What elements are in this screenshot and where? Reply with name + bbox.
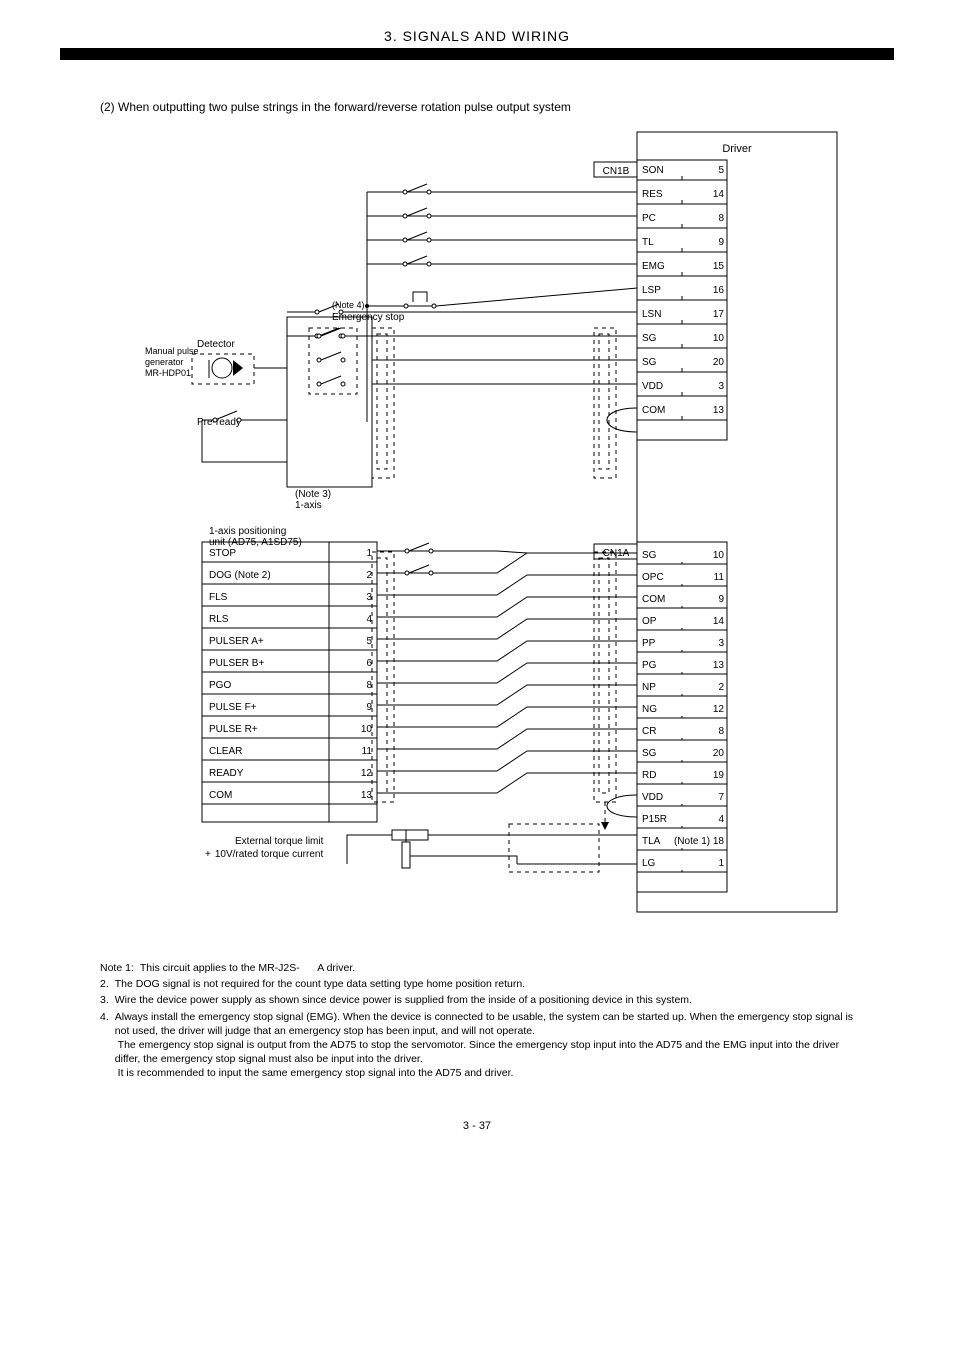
cn1b-name-COM: COM xyxy=(642,405,665,416)
svg-text:COM: COM xyxy=(642,594,665,605)
page-header-title: 3. SIGNALS AND WIRING xyxy=(0,28,954,44)
svg-text:9: 9 xyxy=(718,594,724,605)
svg-text:2: 2 xyxy=(718,682,724,693)
page-subtitle: (2) When outputting two pulse strings in… xyxy=(100,100,954,114)
svg-text:3: 3 xyxy=(718,638,724,649)
note1-text: This circuit applies to the MR-J2S- A dr… xyxy=(140,961,854,975)
cn1b-pin-8: 8 xyxy=(718,213,724,224)
svg-text:LG: LG xyxy=(642,858,656,869)
cn1b-pin-20: 20 xyxy=(713,357,725,368)
ext-torque-label: External torque limit xyxy=(235,836,324,847)
svg-text:12: 12 xyxy=(361,768,373,779)
note4-ref: (Note 4) xyxy=(332,300,365,310)
svg-text:VDD: VDD xyxy=(642,792,663,803)
cn1b-pin-17: 17 xyxy=(713,309,725,320)
svg-text:P15R: P15R xyxy=(642,814,667,825)
svg-text:FLS: FLS xyxy=(209,592,228,603)
note4-text: Always install the emergency stop signal… xyxy=(115,1010,854,1081)
cn1b-name-PC: PC xyxy=(642,213,656,224)
note1-label: Note 1: xyxy=(100,961,134,975)
cn1b-pin-14: 14 xyxy=(713,189,725,200)
svg-text:14: 14 xyxy=(713,616,725,627)
cn1b-pin-10: 10 xyxy=(713,333,725,344)
svg-text:DOG (Note 2): DOG (Note 2) xyxy=(209,570,271,581)
svg-text:NP: NP xyxy=(642,682,656,693)
note4-label: 4. xyxy=(100,1010,109,1024)
svg-text:8: 8 xyxy=(718,726,724,737)
svg-text:13: 13 xyxy=(361,790,373,801)
cn1b-name-LSN: LSN xyxy=(642,309,661,320)
svg-text:10: 10 xyxy=(713,550,725,561)
cn1b-pin-3: 3 xyxy=(718,381,724,392)
svg-text:STOP: STOP xyxy=(209,548,236,559)
notes-block: Note 1: This circuit applies to the MR-J2… xyxy=(100,961,854,1080)
svg-text:CR: CR xyxy=(642,726,656,737)
svg-text:RLS: RLS xyxy=(209,614,229,625)
svg-text:11: 11 xyxy=(714,572,725,583)
note3-text: Wire the device power supply as shown si… xyxy=(115,993,854,1007)
svg-text:TLA: TLA xyxy=(642,836,661,847)
svg-text:20: 20 xyxy=(713,748,725,759)
svg-text:7: 7 xyxy=(718,792,724,803)
svg-text:4: 4 xyxy=(718,814,724,825)
cn1b-pin-5: 5 xyxy=(718,165,724,176)
driver-label: Driver xyxy=(722,143,752,155)
cn1b-pin-9: 9 xyxy=(718,237,724,248)
cn1b-name-SG: SG xyxy=(642,333,657,344)
cn1b-name-LSP: LSP xyxy=(642,285,661,296)
cn1b-name-SON: SON xyxy=(642,165,664,176)
pos-unit-label: 1-axis positioningunit (AD75, A1SD75) xyxy=(209,526,302,548)
svg-text:SG: SG xyxy=(642,748,657,759)
cn1b-pin-15: 15 xyxy=(713,261,725,272)
svg-text:PGO: PGO xyxy=(209,680,231,691)
note3-label: 3. xyxy=(100,993,109,1007)
svg-text:12: 12 xyxy=(713,704,725,715)
svg-text:RD: RD xyxy=(642,770,656,781)
svg-text:PG: PG xyxy=(642,660,657,671)
svg-text:PP: PP xyxy=(642,638,656,649)
svg-text:13: 13 xyxy=(713,660,725,671)
ext-torque-src: +10V/rated torque current xyxy=(205,849,323,860)
cn1b-name-SG: SG xyxy=(642,357,657,368)
svg-text:READY: READY xyxy=(209,768,244,779)
svg-text:SG: SG xyxy=(642,550,657,561)
cn1b-name-TL: TL xyxy=(642,237,654,248)
svg-text:PULSE R+: PULSE R+ xyxy=(209,724,258,735)
mpg-label: Manual pulsegeneratorMR-HDP01 xyxy=(145,346,199,378)
svg-text:PULSE F+: PULSE F+ xyxy=(209,702,257,713)
svg-text:PULSER B+: PULSER B+ xyxy=(209,658,264,669)
svg-text:(Note 1) 18: (Note 1) 18 xyxy=(674,836,724,847)
svg-text:OP: OP xyxy=(642,616,657,627)
svg-text:PULSER A+: PULSER A+ xyxy=(209,636,264,647)
cn1b-name-VDD: VDD xyxy=(642,381,663,392)
svg-text:OPC: OPC xyxy=(642,572,664,583)
header-divider xyxy=(60,48,894,60)
svg-text:10: 10 xyxy=(361,724,373,735)
note2-label: 2. xyxy=(100,977,109,991)
cn1b-pin-13: 13 xyxy=(713,405,725,416)
wiring-diagram: Driver CN1B SON5RES14PC8TL9EMG15LSP16LSN… xyxy=(0,122,954,947)
cn1b-label: CN1B xyxy=(603,166,630,177)
note2-text: The DOG signal is not required for the c… xyxy=(115,977,854,991)
svg-text:COM: COM xyxy=(209,790,232,801)
cn1b-name-EMG: EMG xyxy=(642,261,665,272)
svg-text:11: 11 xyxy=(362,746,373,757)
svg-text:CLEAR: CLEAR xyxy=(209,746,242,757)
svg-text:19: 19 xyxy=(713,770,725,781)
svg-text:NG: NG xyxy=(642,704,657,715)
estop-label: Emergency stop xyxy=(332,312,405,323)
svg-text:1: 1 xyxy=(718,858,724,869)
cn1b-name-RES: RES xyxy=(642,189,663,200)
oneaxis-label: (Note 3)1-axis xyxy=(295,489,331,511)
cn1b-pin-16: 16 xyxy=(713,285,725,296)
page-number: 3 - 37 xyxy=(0,1120,954,1132)
detector-label: Detector xyxy=(197,339,235,350)
